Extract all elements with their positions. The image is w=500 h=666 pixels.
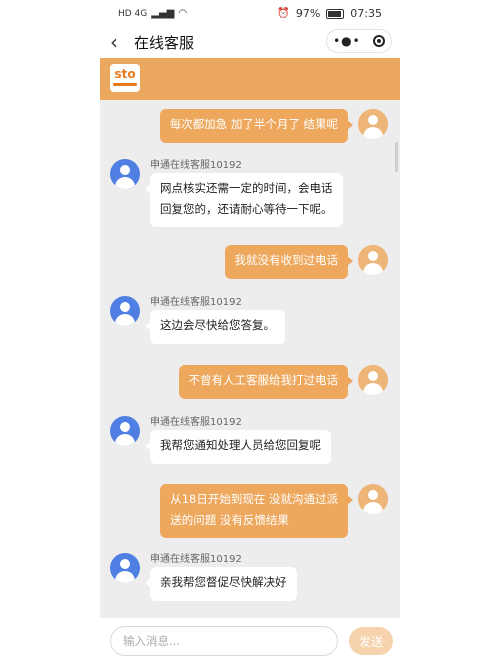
page-title: 在线客服 [134, 34, 195, 52]
brand-bar: sto [100, 58, 400, 100]
chevron-left-icon[interactable]: ‹ [110, 30, 118, 54]
input-bar: 发送 [100, 618, 400, 666]
agent-avatar[interactable] [110, 159, 140, 189]
network-icon: HD 4G [118, 8, 148, 19]
status-right: ⏰ 97% 07:35 [277, 7, 382, 20]
agent-bubble: 网点核实还需一定的时间，会电话 回复您的，还请耐心等待一下呢。 [145, 173, 343, 227]
message-line: 送的问题 没有反馈结果 [170, 513, 289, 527]
message-line: 这边会尽快给您答复。 [160, 318, 275, 332]
close-target-icon[interactable] [372, 35, 385, 47]
user-bubble: 我就没有收到过电话 [224, 245, 353, 279]
wifi-icon: ◠ [178, 8, 188, 19]
message-line: 亲我帮您督促尽快解决好 [160, 575, 287, 589]
signal-icon: ▂▄▆ [151, 8, 175, 19]
agent-avatar[interactable] [110, 416, 140, 446]
agent-bubble: 我帮您通知处理人员给您回复呢 [145, 430, 331, 464]
message-text: 我就没有收到过电话 [234, 253, 339, 267]
clock: 07:35 [350, 7, 382, 20]
status-left: HD 4G ▂▄▆ ◠ [118, 8, 187, 19]
sender-name: 申通在线客服10192 [150, 160, 242, 171]
message-text: 不曾有人工客服给我打过电话 [188, 373, 339, 387]
agent-avatar[interactable] [110, 553, 140, 583]
mini-program-capsule: •●• [326, 29, 392, 53]
send-button[interactable]: 发送 [349, 627, 393, 655]
user-avatar[interactable] [358, 109, 388, 139]
agent-avatar[interactable] [110, 296, 140, 326]
battery-icon [326, 8, 345, 19]
scrollbar[interactable] [395, 142, 398, 172]
message-line: 回复您的，还请耐心等待一下呢。 [160, 202, 333, 216]
message-line: 从18日开始到现在 没就沟通过派 [170, 492, 338, 506]
sto-logo: sto [110, 64, 140, 92]
message-input[interactable] [110, 626, 338, 656]
battery-percent: 97% [295, 7, 321, 20]
logo-swoosh [113, 83, 137, 86]
sender-name: 申通在线客服10192 [150, 417, 242, 428]
agent-bubble: 亲我帮您督促尽快解决好 [145, 567, 297, 601]
more-icon[interactable]: •●• [333, 34, 361, 48]
logo-text: sto [114, 67, 136, 81]
message-text: 每次都加急 加了半个月了 结果呢 [169, 117, 338, 131]
user-bubble: 每次都加急 加了半个月了 结果呢 [159, 109, 354, 143]
agent-bubble: 这边会尽快给您答复。 [145, 310, 285, 344]
status-bar: HD 4G ▂▄▆ ◠ ⏰ 97% 07:35 [0, 0, 500, 28]
user-bubble: 不曾有人工客服给我打过电话 [178, 365, 353, 399]
sender-name: 申通在线客服10192 [150, 554, 242, 565]
chat-area[interactable]: 每次都加急 加了半个月了 结果呢 申通在线客服10192 网点核实还需一定的时间… [100, 100, 400, 618]
message-line: 网点核实还需一定的时间，会电话 [160, 181, 333, 195]
user-avatar[interactable] [358, 245, 388, 275]
sender-name: 申通在线客服10192 [150, 297, 242, 308]
user-avatar[interactable] [358, 484, 388, 514]
user-avatar[interactable] [358, 365, 388, 395]
nav-header: ‹ 在线客服 •●• [100, 28, 400, 58]
user-bubble: 从18日开始到现在 没就沟通过派 送的问题 没有反馈结果 [160, 484, 353, 538]
alarm-icon: ⏰ [277, 8, 290, 19]
message-line: 我帮您通知处理人员给您回复呢 [160, 438, 321, 452]
